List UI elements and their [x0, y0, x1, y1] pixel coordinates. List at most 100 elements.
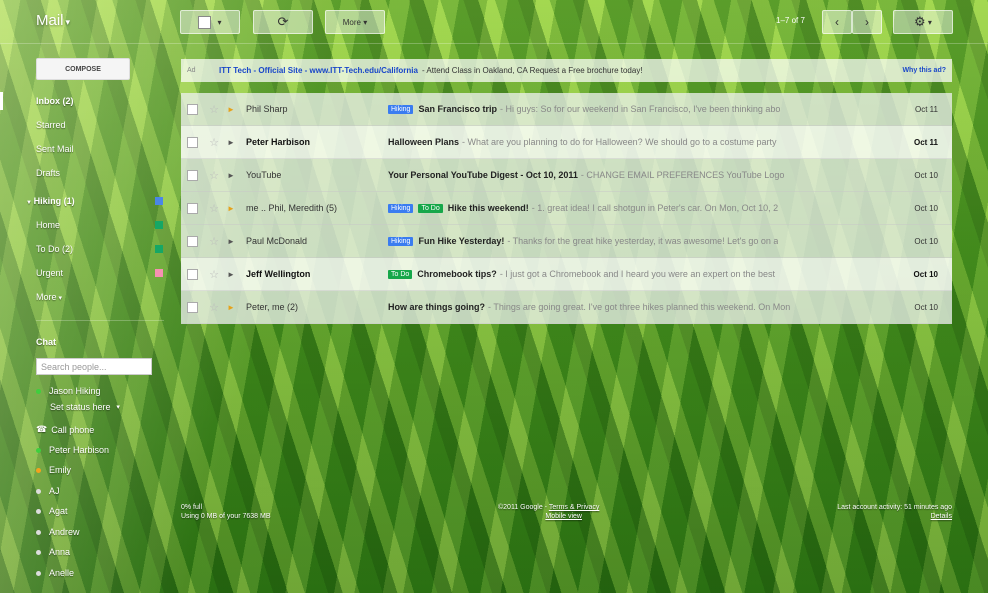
sidebar-item-urgent[interactable]: Urgent	[36, 268, 63, 278]
refresh-button[interactable]: ⟳	[253, 10, 313, 34]
account-activity: Last account activity: 51 minutes ago De…	[837, 503, 952, 521]
label-tag[interactable]: To Do	[418, 203, 443, 213]
email-row[interactable]: ☆ ► me .. Phil, Meredith (5) Hiking To D…	[181, 192, 952, 225]
sidebar-item-label: Hiking (1)	[33, 196, 75, 206]
star-icon[interactable]: ☆	[206, 202, 222, 215]
star-icon[interactable]: ☆	[206, 169, 222, 182]
ad-tag: Ad	[187, 67, 196, 74]
label-color-swatch[interactable]	[155, 269, 163, 277]
email-row[interactable]: ☆ ► Peter, me (2) How are things going? …	[181, 291, 952, 324]
email-snippet: - I just got a Chromebook and I heard yo…	[499, 269, 775, 279]
label-tag[interactable]: Hiking	[388, 236, 414, 246]
ad-text: - Attend Class in Oakland, CA Request a …	[421, 66, 643, 75]
status-dot-icon	[36, 549, 41, 555]
mobile-view-link[interactable]: Mobile view	[545, 513, 582, 520]
chat-contact[interactable]: Anelle	[36, 568, 74, 578]
important-marker-icon[interactable]: ►	[224, 303, 238, 312]
chat-contact[interactable]: Peter Harbison	[36, 445, 109, 455]
email-subject: Chromebook tips?	[417, 269, 497, 279]
email-row[interactable]: ☆ ► Jeff Wellington To Do Chromebook tip…	[181, 258, 952, 291]
caret-down-icon: ▾	[217, 17, 222, 27]
status-dot-icon	[36, 388, 41, 394]
compose-button[interactable]: COMPOSE	[36, 58, 130, 80]
usage-percent: 0% full	[181, 504, 203, 511]
label-color-swatch[interactable]	[155, 197, 163, 205]
sidebar-item-home[interactable]: Home	[36, 220, 60, 230]
sidebar-item-hiking[interactable]: ▼ Hiking (1)	[26, 196, 75, 206]
chat-contact-name: Andrew	[49, 527, 80, 537]
email-row[interactable]: ☆ ► YouTube Your Personal YouTube Digest…	[181, 159, 952, 192]
status-dot-icon	[36, 447, 41, 453]
details-link[interactable]: Details	[931, 513, 952, 520]
last-activity: Last account activity: 51 minutes ago	[837, 504, 952, 511]
gear-icon: ⚙	[914, 14, 926, 29]
chevron-right-icon: ›	[865, 15, 869, 29]
chat-me[interactable]: Jason Hiking	[36, 386, 101, 396]
important-marker-icon[interactable]: ►	[224, 270, 238, 279]
why-this-ad-link[interactable]: Why this ad?	[902, 67, 946, 74]
star-icon[interactable]: ☆	[206, 301, 222, 314]
mail-menu[interactable]: Mail ▾	[36, 12, 70, 29]
caret-down-icon: ▾	[56, 295, 62, 302]
status-dot-icon	[36, 467, 41, 473]
sidebar-item-todo[interactable]: To Do (2)	[36, 244, 73, 254]
set-status[interactable]: Set status here ▾	[50, 402, 120, 412]
ad-link[interactable]: ITT Tech - Official Site - www.ITT-Tech.…	[219, 66, 418, 75]
label-color-swatch[interactable]	[155, 221, 163, 229]
sidebar-item-label: More	[36, 292, 57, 302]
chat-contact[interactable]: Andrew	[36, 527, 80, 537]
search-people-input[interactable]	[36, 358, 152, 375]
row-checkbox[interactable]	[187, 268, 198, 280]
chat-contact[interactable]: Agat	[36, 506, 68, 516]
label-tag[interactable]: Hiking	[388, 203, 414, 213]
status-dot-icon	[36, 570, 41, 576]
row-checkbox[interactable]	[187, 301, 198, 313]
star-icon[interactable]: ☆	[206, 235, 222, 248]
sidebar-item-drafts[interactable]: Drafts	[36, 168, 60, 178]
important-marker-icon[interactable]: ►	[224, 204, 238, 213]
label-color-swatch[interactable]	[155, 245, 163, 253]
email-sender: me .. Phil, Meredith (5)	[246, 203, 338, 213]
email-snippet: - CHANGE EMAIL PREFERENCES YouTube Logo	[580, 170, 785, 180]
email-subject: Hike this weekend!	[447, 203, 529, 213]
important-marker-icon[interactable]: ►	[224, 237, 238, 246]
email-subject: San Francisco trip	[418, 104, 497, 114]
header-divider	[0, 43, 988, 44]
select-button[interactable]: ▾	[180, 10, 240, 34]
row-checkbox[interactable]	[187, 169, 198, 181]
chat-me-name: Jason Hiking	[49, 386, 101, 396]
settings-button[interactable]: ⚙ ▾	[893, 10, 953, 34]
sidebar-item-inbox[interactable]: Inbox (2)	[36, 96, 74, 106]
label-tag[interactable]: To Do	[388, 269, 413, 279]
email-date: Oct 10	[913, 269, 938, 279]
call-phone[interactable]: ☎ Call phone	[36, 424, 94, 435]
row-checkbox[interactable]	[187, 202, 198, 214]
chat-contact-name: Peter Harbison	[49, 445, 110, 455]
star-icon[interactable]: ☆	[206, 268, 222, 281]
important-marker-icon[interactable]: ►	[224, 105, 238, 114]
sidebar-item-more[interactable]: More ▾	[36, 292, 62, 302]
next-page-button[interactable]: ›	[852, 10, 882, 34]
chat-contact[interactable]: AJ	[36, 486, 60, 496]
row-checkbox[interactable]	[187, 103, 198, 115]
more-button[interactable]: More ▾	[325, 10, 385, 34]
chat-contact[interactable]: Emily	[36, 465, 71, 475]
star-icon[interactable]: ☆	[206, 103, 222, 116]
footer-links: ©2011 Google - Terms & Privacy Mobile vi…	[498, 503, 599, 521]
sidebar-item-sent[interactable]: Sent Mail	[36, 144, 74, 154]
star-icon[interactable]: ☆	[206, 136, 222, 149]
ad-bar: Ad ITT Tech - Official Site - www.ITT-Te…	[181, 59, 952, 82]
label-tag[interactable]: Hiking	[388, 104, 414, 114]
email-row[interactable]: ☆ ► Paul McDonald Hiking Fun Hike Yester…	[181, 225, 952, 258]
chat-contact[interactable]: Anna	[36, 547, 70, 557]
row-checkbox[interactable]	[187, 235, 198, 247]
important-marker-icon[interactable]: ►	[224, 138, 238, 147]
important-marker-icon[interactable]: ►	[224, 171, 238, 180]
prev-page-button[interactable]: ‹	[822, 10, 852, 34]
sidebar-item-starred[interactable]: Starred	[36, 120, 66, 130]
email-row[interactable]: ☆ ► Peter Harbison Halloween Plans - Wha…	[181, 126, 952, 159]
email-row[interactable]: ☆ ► Phil Sharp Hiking San Francisco trip…	[181, 93, 952, 126]
email-list: ☆ ► Phil Sharp Hiking San Francisco trip…	[181, 93, 952, 324]
row-checkbox[interactable]	[187, 136, 198, 148]
terms-link[interactable]: Terms & Privacy	[549, 504, 600, 511]
